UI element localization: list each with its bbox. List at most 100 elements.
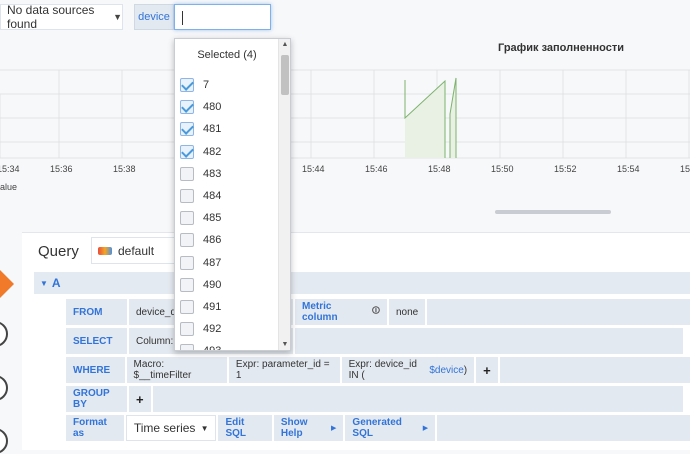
- dropdown-option[interactable]: 493: [175, 340, 279, 350]
- orange-marker-icon: [0, 270, 14, 298]
- group-by-row-fill: [152, 386, 683, 412]
- format-select[interactable]: Time series ▼: [125, 415, 217, 441]
- dropdown-option[interactable]: 480: [175, 96, 279, 118]
- checkbox-checked-icon[interactable]: [180, 78, 194, 92]
- dropdown-option-label: 492: [203, 323, 222, 336]
- x-tick: 15:52: [554, 164, 577, 174]
- checkbox-checked-icon[interactable]: [180, 122, 194, 137]
- graph-scrollbar[interactable]: [495, 210, 611, 214]
- scroll-down-icon[interactable]: ▼: [279, 341, 290, 348]
- dropdown-option[interactable]: 484: [175, 185, 279, 207]
- dropdown-option-label: 490: [203, 278, 222, 291]
- series-area: [405, 81, 445, 158]
- graph-title: График заполненности: [498, 42, 625, 54]
- x-tick: 15:5: [680, 164, 690, 174]
- format-select-value: Time series: [133, 421, 196, 435]
- show-help-label: Show Help: [280, 417, 308, 439]
- add-group-by-button[interactable]: +: [129, 386, 151, 412]
- dropdown-option[interactable]: 483: [175, 163, 279, 185]
- checkbox-icon[interactable]: [180, 322, 194, 337]
- where-expr-2[interactable]: Expr: device_id IN ($device): [341, 357, 475, 383]
- checkbox-icon[interactable]: [180, 189, 194, 203]
- caret-right-icon: ▶: [331, 425, 337, 432]
- selected-count-header[interactable]: Selected (4): [175, 39, 279, 71]
- show-help-button[interactable]: Show Help ▶: [273, 415, 344, 441]
- dropdown-option-label: 481: [203, 123, 222, 136]
- checkbox-icon[interactable]: [180, 211, 194, 226]
- generated-sql-label: Generated SQL: [352, 417, 402, 439]
- dropdown-option-label: 487: [203, 256, 222, 269]
- scroll-up-icon[interactable]: ▲: [279, 41, 290, 48]
- checkbox-icon[interactable]: [180, 233, 194, 248]
- collapse-triangle-icon[interactable]: ▼: [40, 279, 48, 288]
- select-keyword: SELECT: [66, 328, 127, 354]
- query-row-header[interactable]: ▼ A: [34, 272, 690, 294]
- dropdown-option-label: 7: [203, 79, 210, 91]
- dropdown-option[interactable]: 482: [175, 141, 279, 163]
- select-row-fill: [295, 328, 683, 354]
- dropdown-option-label: 483: [203, 167, 222, 180]
- x-tick: 15:38: [113, 164, 136, 174]
- legend-item[interactable]: alue: [0, 182, 17, 192]
- dropdown-option[interactable]: 481: [175, 118, 279, 140]
- generated-sql-button[interactable]: Generated SQL ▶: [345, 415, 436, 441]
- variable-input[interactable]: [174, 4, 271, 30]
- dropdown-option-label: 491: [203, 301, 222, 313]
- group-by-keyword: GROUP BY: [66, 386, 127, 412]
- checkbox-checked-icon[interactable]: [180, 100, 194, 115]
- checkbox-checked-icon[interactable]: [180, 144, 194, 159]
- checkbox-icon[interactable]: [180, 166, 194, 181]
- info-icon[interactable]: 🛈: [372, 305, 380, 319]
- metric-column-text: Metric column: [302, 301, 338, 323]
- dropdown-option[interactable]: 492: [175, 318, 279, 340]
- checkbox-icon[interactable]: [180, 255, 194, 270]
- dropdown-option[interactable]: 491: [175, 296, 279, 318]
- metric-column-label: Metric column 🛈: [295, 299, 387, 325]
- format-row-fill: [437, 415, 690, 441]
- caret-down-icon: ▼: [200, 423, 209, 433]
- datasource-select-label: No data sources found: [7, 3, 95, 31]
- x-tick: 15:50: [491, 164, 514, 174]
- dropdown-option[interactable]: 486: [175, 229, 279, 251]
- dropdown-option[interactable]: 485: [175, 207, 279, 229]
- add-where-button[interactable]: +: [476, 357, 498, 383]
- where-macro[interactable]: Macro: $__timeFilter: [126, 357, 227, 383]
- edit-sql-button[interactable]: Edit SQL: [218, 415, 272, 441]
- format-as-label: Format as: [66, 415, 124, 441]
- checkbox-icon[interactable]: [180, 344, 194, 350]
- where-expr-1[interactable]: Expr: parameter_id = 1: [228, 357, 340, 383]
- where-keyword: WHERE: [66, 357, 125, 383]
- datasource-select[interactable]: No data sources found ▼: [0, 3, 123, 31]
- dropdown-option-label: 482: [203, 145, 222, 158]
- text-cursor: [182, 11, 183, 25]
- dropdown-option[interactable]: 7: [175, 74, 279, 96]
- from-keyword: FROM: [66, 299, 127, 325]
- from-row-fill: [427, 299, 690, 325]
- where-row: WHERE Macro: $__timeFilter Expr: paramet…: [66, 357, 690, 383]
- metric-column-value[interactable]: none: [389, 299, 426, 325]
- dropdown-option[interactable]: 490: [175, 274, 279, 296]
- x-tick: 15:46: [365, 164, 388, 174]
- where-row-fill: [499, 357, 690, 383]
- scrollbar-thumb[interactable]: [281, 55, 289, 95]
- dropdown-option-label: 480: [203, 101, 222, 114]
- checkbox-icon[interactable]: [180, 277, 194, 292]
- checkbox-icon[interactable]: [180, 300, 194, 314]
- select-row: SELECT Column: v: [66, 328, 683, 354]
- datasource-logo-icon: [98, 246, 112, 255]
- x-tick: 15:36: [50, 164, 73, 174]
- dropdown-option[interactable]: 487: [175, 252, 279, 274]
- dropdown-scrollbar[interactable]: ▲ ▼: [278, 39, 290, 350]
- x-tick: 15:34: [0, 164, 20, 174]
- dropdown-option-label: 485: [203, 212, 222, 225]
- group-by-row: GROUP BY +: [66, 386, 683, 412]
- format-row: Format as Time series ▼ Edit SQL Show He…: [66, 415, 690, 441]
- caret-down-icon: ▼: [113, 12, 122, 22]
- caret-right-icon: ▶: [422, 425, 429, 432]
- circle-icon: [0, 375, 8, 401]
- circle-icon: [0, 321, 8, 347]
- variable-label: device: [134, 4, 174, 30]
- x-tick: 15:44: [302, 164, 325, 174]
- from-row: FROM device_da e Metric column 🛈 none: [66, 299, 690, 325]
- query-label: Query: [38, 243, 79, 260]
